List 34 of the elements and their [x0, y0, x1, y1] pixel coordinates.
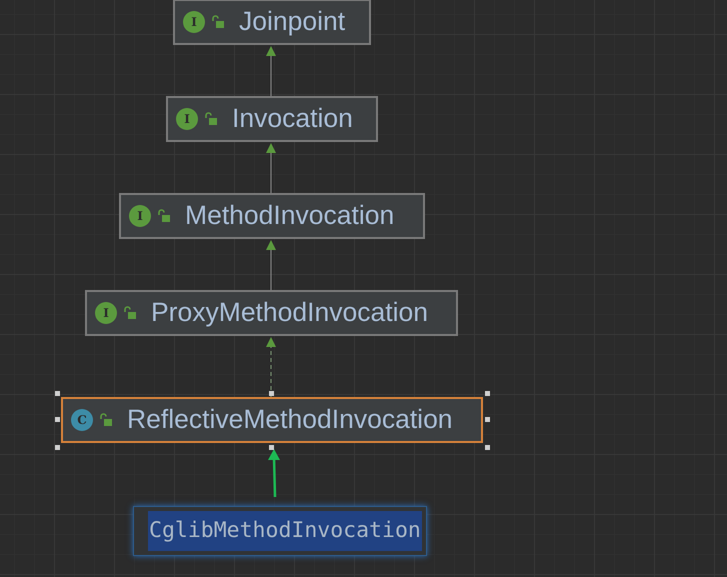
unlocked-padlock-icon — [204, 112, 218, 126]
interface-icon: I — [129, 205, 151, 227]
resize-handle[interactable] — [269, 391, 274, 396]
class-node[interactable]: C ReflectiveMethodInvocation — [61, 397, 483, 443]
resize-handle[interactable] — [55, 445, 60, 450]
resize-handle[interactable] — [485, 445, 490, 450]
unlocked-padlock-icon — [211, 15, 225, 29]
arrow — [268, 449, 280, 498]
inheritance-arrow — [266, 46, 276, 96]
resize-handle[interactable] — [55, 417, 60, 422]
class-icon: C — [71, 409, 93, 431]
unlocked-padlock-icon — [157, 209, 171, 223]
inheritance-arrow — [266, 143, 276, 194]
resize-handle[interactable] — [269, 445, 274, 450]
class-node[interactable]: I Invocation — [166, 96, 378, 142]
resize-handle[interactable] — [485, 417, 490, 422]
interface-icon: I — [183, 11, 205, 33]
interface-icon: I — [95, 302, 117, 324]
interface-icon: I — [176, 108, 198, 130]
class-node[interactable]: I ProxyMethodInvocation — [85, 290, 458, 336]
class-name: ProxyMethodInvocation — [151, 296, 428, 330]
class-node[interactable]: I Joinpoint — [173, 0, 371, 45]
class-name: MethodInvocation — [185, 199, 394, 232]
class-node[interactable]: I MethodInvocation — [119, 193, 425, 239]
input-field[interactable]: CglibMethodInvocation — [133, 506, 427, 556]
inheritance-arrow — [266, 240, 276, 290]
class-name: ReflectiveMethodInvocation — [127, 403, 453, 436]
resize-handle[interactable] — [55, 391, 60, 396]
class-name: Joinpoint — [239, 5, 346, 38]
unlocked-padlock-icon — [99, 413, 113, 427]
resize-handle[interactable] — [485, 391, 490, 396]
class-name: Invocation — [232, 102, 353, 136]
inheritance-arrow — [266, 337, 276, 398]
unlocked-padlock-icon — [123, 306, 137, 320]
